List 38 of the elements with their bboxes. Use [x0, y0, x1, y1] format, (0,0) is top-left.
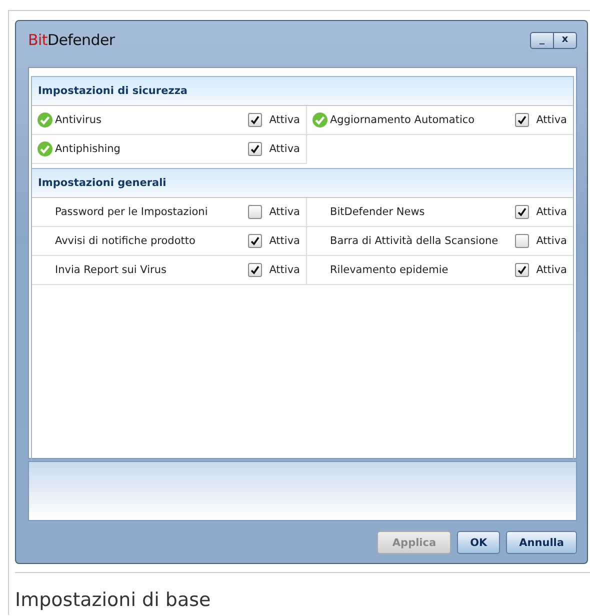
setting-label: Antiphishing — [55, 143, 122, 155]
checkbox-label: Attiva — [536, 114, 567, 126]
check-circle-icon — [312, 112, 328, 128]
setting-label: Aggiornamento Automatico — [330, 114, 476, 126]
checkbox[interactable] — [248, 263, 262, 277]
checkbox-label: Attiva — [269, 235, 300, 247]
minimize-button[interactable]: _ — [531, 32, 553, 48]
setting-label: Antivirus — [55, 114, 102, 126]
checkbox-label: Attiva — [536, 264, 567, 276]
dialog-button[interactable]: Annulla — [506, 531, 577, 554]
checkbox[interactable] — [515, 234, 530, 248]
check-circle-icon — [37, 141, 53, 157]
checkbox-label: Attiva — [536, 206, 567, 218]
checkbox[interactable] — [248, 205, 262, 219]
setting-label: BitDefender News — [329, 206, 426, 218]
setting-label: Rilevamento epidemie — [329, 264, 450, 276]
check-circle-icon — [37, 112, 53, 128]
checkbox[interactable] — [248, 142, 262, 156]
checkbox-label: Attiva — [269, 264, 300, 276]
section-header: Impostazioni di sicurezza — [32, 77, 573, 106]
setting-label: Password per le Impostazioni — [54, 206, 209, 218]
checkbox-label: Attiva — [536, 235, 567, 247]
caption: Impostazioni di base — [15, 589, 211, 611]
checkbox-label: Attiva — [269, 206, 300, 218]
setting-label: Barra di Attività della Scansione — [329, 235, 500, 247]
section-header: Impostazioni generali — [32, 168, 573, 198]
setting-label: Avvisi di notifiche prodotto — [54, 235, 196, 247]
checkbox[interactable] — [248, 113, 262, 127]
checkbox[interactable] — [515, 263, 530, 277]
checkbox[interactable] — [248, 234, 262, 248]
close-button[interactable]: x — [553, 32, 576, 48]
checkbox[interactable] — [515, 205, 530, 219]
setting-label: Invia Report sui Virus — [54, 264, 168, 276]
checkbox-label: Attiva — [269, 114, 300, 126]
checkbox[interactable] — [515, 113, 530, 127]
logo: BitDefender — [28, 31, 115, 49]
dialog-button[interactable]: OK — [457, 531, 500, 554]
checkbox-label: Attiva — [269, 143, 300, 155]
